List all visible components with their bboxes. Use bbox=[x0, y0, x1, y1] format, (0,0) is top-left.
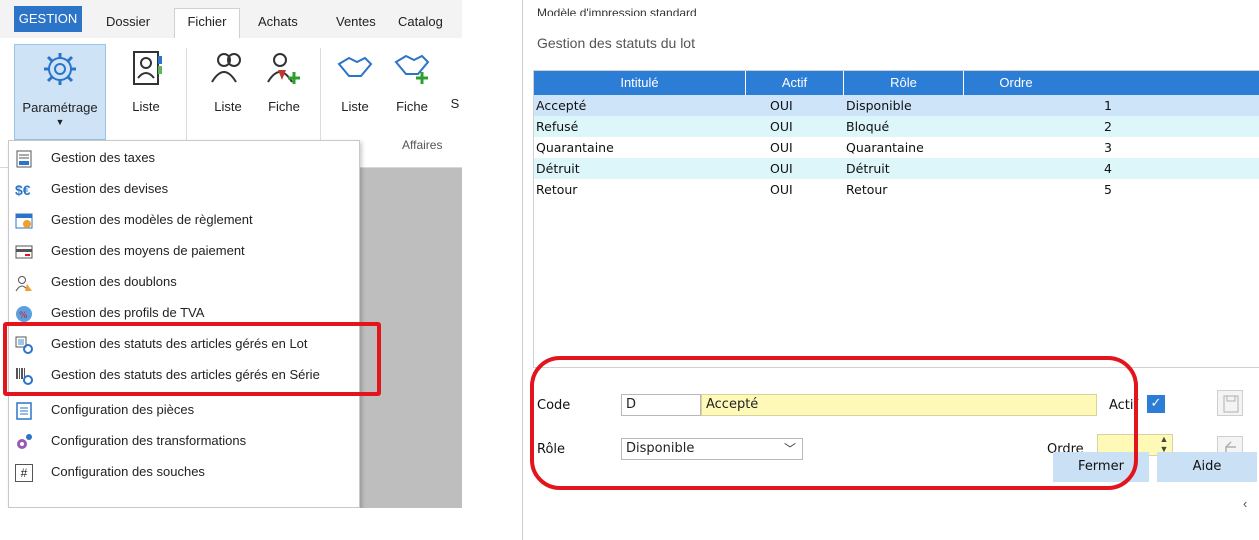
tab-achats[interactable]: Achats bbox=[258, 10, 298, 38]
actif-checkbox[interactable]: ✓ bbox=[1147, 395, 1165, 413]
highlight-annotation-form bbox=[530, 356, 1138, 490]
cell-role: Bloqué bbox=[846, 119, 890, 134]
tab-dossier[interactable]: Dossier bbox=[106, 10, 150, 38]
calendar-euro-icon bbox=[15, 213, 33, 229]
menu-item-doublons[interactable]: Gestion des doublons bbox=[9, 267, 359, 297]
chevron-down-icon: ▼ bbox=[55, 117, 65, 127]
vat-globe-icon: % bbox=[16, 306, 32, 322]
cell-actif: OUI bbox=[770, 119, 793, 134]
menu-item-label: Configuration des souches bbox=[51, 464, 205, 479]
svg-text:%: % bbox=[19, 311, 28, 321]
cell-ordre: 5 bbox=[1104, 182, 1112, 197]
cell-intitule: Quarantaine bbox=[536, 140, 614, 155]
cell-ordre: 2 bbox=[1104, 119, 1112, 134]
scroll-left-icon[interactable]: ‹ bbox=[1243, 496, 1257, 514]
cell-ordre: 3 bbox=[1104, 140, 1112, 155]
table-row[interactable]: Quarantaine OUI Quarantaine 3 bbox=[534, 137, 1259, 158]
menu-item-label: Gestion des taxes bbox=[51, 150, 156, 165]
column-header-intitule[interactable]: Intitulé bbox=[534, 71, 746, 95]
column-header-role[interactable]: Rôle bbox=[844, 71, 964, 95]
users-icon bbox=[211, 53, 241, 83]
cell-ordre: 4 bbox=[1104, 161, 1112, 176]
application-window: GESTION Dossier Fichier Achats Ventes Ca… bbox=[0, 0, 462, 508]
cell-actif: OUI bbox=[770, 98, 793, 113]
cell-actif: OUI bbox=[770, 182, 793, 197]
contact-card-icon bbox=[133, 51, 162, 85]
group-affaires-label: Affaires bbox=[402, 138, 443, 152]
table-row[interactable]: Retour OUI Retour 5 bbox=[534, 179, 1259, 200]
document-icon bbox=[16, 402, 32, 420]
menu-item-config-pieces[interactable]: Configuration des pièces bbox=[9, 395, 359, 425]
column-header-actif[interactable]: Actif bbox=[746, 71, 844, 95]
aide-button[interactable]: Aide bbox=[1157, 452, 1257, 482]
tab-catalog[interactable]: Catalog bbox=[398, 10, 443, 38]
cell-intitule: Détruit bbox=[536, 161, 580, 176]
grid-header: Intitulé Actif Rôle Ordre bbox=[534, 71, 1259, 95]
menu-item-moyens-paiement[interactable]: Gestion des moyens de paiement bbox=[9, 236, 359, 266]
column-header-ordre[interactable]: Ordre bbox=[964, 71, 1068, 95]
tab-ventes[interactable]: Ventes bbox=[336, 10, 376, 38]
cell-role: Quarantaine bbox=[846, 140, 924, 155]
tax-doc-icon bbox=[16, 150, 32, 168]
handshake-icon bbox=[337, 56, 373, 77]
cell-actif: OUI bbox=[770, 161, 793, 176]
menu-item-label: Gestion des devises bbox=[51, 181, 169, 196]
currency-icon: $€ bbox=[15, 182, 31, 198]
fiche-label-2: Fiche bbox=[396, 99, 428, 114]
menu-item-label: Gestion des modèles de règlement bbox=[51, 212, 253, 227]
statuts-grid: Intitulé Actif Rôle Ordre Accepté OUI Di… bbox=[533, 70, 1259, 368]
cell-intitule: Accepté bbox=[536, 98, 587, 113]
table-row[interactable]: Accepté OUI Disponible 1 bbox=[534, 95, 1259, 116]
truncated-label: S bbox=[450, 96, 460, 111]
dialog-title: Gestion des statuts du lot bbox=[537, 35, 695, 51]
save-button[interactable] bbox=[1217, 390, 1243, 416]
save-icon bbox=[1223, 395, 1239, 413]
cell-role: Retour bbox=[846, 182, 888, 197]
background-cut-text: Modèle d'impression standard bbox=[537, 6, 697, 16]
hash-icon: # bbox=[15, 464, 33, 482]
cell-role: Détruit bbox=[846, 161, 890, 176]
ribbon-separator bbox=[186, 48, 187, 148]
parametrage-label: Paramétrage bbox=[22, 100, 98, 115]
tab-fichier[interactable]: Fichier bbox=[174, 8, 240, 38]
menu-item-taxes[interactable]: Gestion des taxes bbox=[9, 143, 359, 173]
menu-item-label: Configuration des pièces bbox=[51, 402, 195, 417]
duplicate-users-icon bbox=[15, 276, 32, 292]
highlight-annotation-menu bbox=[3, 322, 381, 396]
menu-item-label: Gestion des doublons bbox=[51, 274, 177, 289]
ribbon-separator bbox=[320, 48, 321, 148]
liste-label-1: Liste bbox=[132, 99, 160, 114]
ribbon-tab-bar: GESTION Dossier Fichier Achats Ventes Ca… bbox=[0, 0, 462, 38]
menu-item-modeles-reglement[interactable]: Gestion des modèles de règlement bbox=[9, 205, 359, 235]
menu-item-config-transformations[interactable]: Configuration des transformations bbox=[9, 426, 359, 456]
gear-icon bbox=[44, 53, 76, 85]
truncated-button[interactable]: S bbox=[448, 44, 462, 164]
add-user-icon bbox=[267, 53, 300, 84]
parametrage-button[interactable]: Paramétrage ▼ bbox=[14, 44, 106, 140]
table-row[interactable]: Refusé OUI Bloqué 2 bbox=[534, 116, 1259, 137]
cell-actif: OUI bbox=[770, 140, 793, 155]
menu-item-label: Configuration des transformations bbox=[51, 433, 247, 448]
liste-label-3: Liste bbox=[341, 99, 369, 114]
cell-ordre: 1 bbox=[1104, 98, 1112, 113]
liste-label-2: Liste bbox=[214, 99, 242, 114]
card-icon bbox=[15, 245, 33, 259]
menu-item-label: Gestion des moyens de paiement bbox=[51, 243, 245, 258]
cell-intitule: Refusé bbox=[536, 119, 579, 134]
tab-gestion[interactable]: GESTION bbox=[14, 6, 82, 32]
menu-item-devises[interactable]: $€ Gestion des devises bbox=[9, 174, 359, 204]
cell-intitule: Retour bbox=[536, 182, 578, 197]
menu-item-config-souches[interactable]: # Configuration des souches bbox=[9, 457, 359, 487]
cell-role: Disponible bbox=[846, 98, 912, 113]
add-handshake-icon bbox=[394, 54, 430, 84]
gears-icon bbox=[17, 434, 32, 449]
table-row[interactable]: Détruit OUI Détruit 4 bbox=[534, 158, 1259, 179]
fiche-label-1: Fiche bbox=[268, 99, 300, 114]
